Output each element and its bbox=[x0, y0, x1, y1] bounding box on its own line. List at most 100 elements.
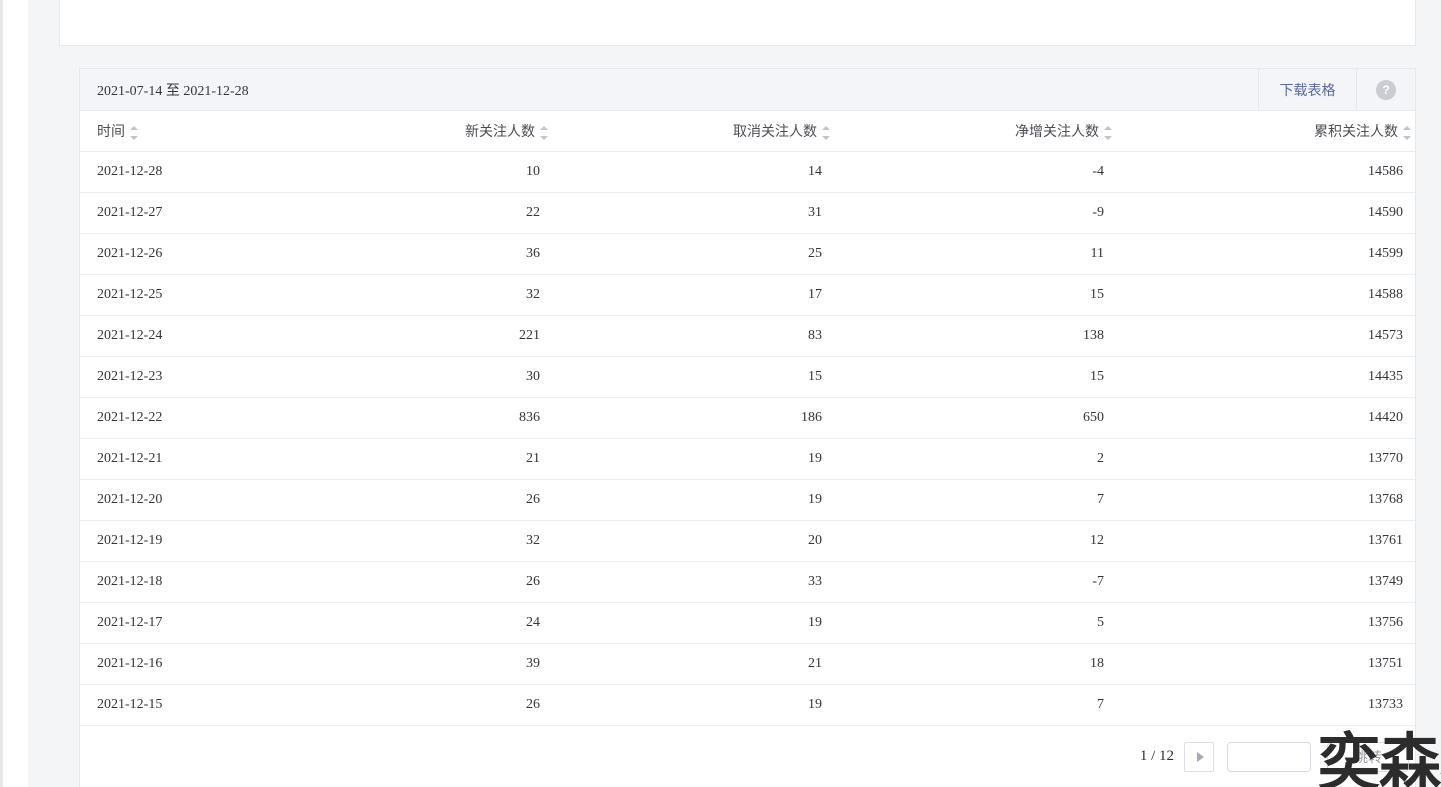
table-row: 2021-12-17 24 19 5 13756 bbox=[80, 602, 1415, 644]
column-label: 净增关注人数 bbox=[1015, 124, 1099, 140]
table-row: 2021-12-23 30 15 15 14435 bbox=[80, 356, 1415, 398]
table-row: 2021-12-27 22 31 -9 14590 bbox=[80, 192, 1415, 234]
cell-value: 19 bbox=[552, 479, 834, 521]
cell-value: 20 bbox=[552, 520, 834, 562]
cell-value: 13733 bbox=[1116, 684, 1415, 726]
followers-stats-card: 2021-07-14 至 2021-12-28 下载表格 ? 时间 新关注人数 … bbox=[79, 68, 1416, 787]
cell-date: 2021-12-25 bbox=[80, 274, 270, 316]
cell-value: 39 bbox=[270, 643, 552, 685]
cell-date: 2021-12-22 bbox=[80, 397, 270, 439]
cell-value: -7 bbox=[834, 561, 1116, 603]
column-label: 新关注人数 bbox=[465, 124, 535, 140]
card-header: 2021-07-14 至 2021-12-28 下载表格 ? bbox=[80, 69, 1415, 111]
table-body: 2021-12-28 10 14 -4 14586 2021-12-27 22 31 -9 145… bbox=[80, 151, 1415, 726]
cell-value: 7 bbox=[834, 479, 1116, 521]
cell-value: 31 bbox=[552, 192, 834, 234]
cell-value: -4 bbox=[834, 151, 1116, 193]
chevron-right-icon bbox=[1196, 751, 1204, 762]
table-row: 2021-12-24 221 83 138 14573 bbox=[80, 315, 1415, 357]
cell-value: 26 bbox=[270, 479, 552, 521]
cell-value: 13749 bbox=[1116, 561, 1415, 603]
cell-value: 17 bbox=[552, 274, 834, 316]
page-jump-input[interactable] bbox=[1227, 741, 1311, 772]
cell-date: 2021-12-24 bbox=[80, 315, 270, 357]
table-row: 2021-12-26 36 25 11 14599 bbox=[80, 233, 1415, 275]
cell-date: 2021-12-20 bbox=[80, 479, 270, 521]
sort-icon[interactable] bbox=[822, 125, 830, 140]
cell-value: 13761 bbox=[1116, 520, 1415, 562]
cell-value: 14590 bbox=[1116, 192, 1415, 234]
cell-value: 836 bbox=[270, 397, 552, 439]
cell-value: 21 bbox=[552, 643, 834, 685]
column-label: 累积关注人数 bbox=[1314, 124, 1398, 140]
help-icon[interactable]: ? bbox=[1376, 79, 1396, 100]
cell-value: 186 bbox=[552, 397, 834, 439]
jump-button[interactable]: 跳转 bbox=[1327, 741, 1409, 772]
cell-date: 2021-12-18 bbox=[80, 561, 270, 603]
date-range-label: 2021-07-14 至 2021-12-28 bbox=[97, 83, 249, 99]
cell-date: 2021-12-28 bbox=[80, 151, 270, 193]
sort-icon[interactable] bbox=[540, 125, 548, 140]
cell-date: 2021-12-21 bbox=[80, 438, 270, 480]
cell-value: 2 bbox=[834, 438, 1116, 480]
column-header-net-increase: 净增关注人数 bbox=[834, 111, 1116, 152]
cell-value: 30 bbox=[270, 356, 552, 398]
sort-icon[interactable] bbox=[130, 125, 138, 140]
next-page-button[interactable] bbox=[1184, 741, 1214, 772]
top-card bbox=[59, 0, 1416, 46]
followers-table: 时间 新关注人数 取消关注人数 净增关注人数 累积关注人数 2021-12-28… bbox=[80, 111, 1415, 726]
cell-value: 15 bbox=[552, 356, 834, 398]
table-row: 2021-12-20 26 19 7 13768 bbox=[80, 479, 1415, 521]
cell-value: 7 bbox=[834, 684, 1116, 726]
cell-value: 18 bbox=[834, 643, 1116, 685]
table-row: 2021-12-22 836 186 650 14420 bbox=[80, 397, 1415, 439]
cell-value: 19 bbox=[552, 438, 834, 480]
cell-value: 14599 bbox=[1116, 233, 1415, 275]
cell-value: 14586 bbox=[1116, 151, 1415, 193]
cell-value: 19 bbox=[552, 684, 834, 726]
cell-value: 221 bbox=[270, 315, 552, 357]
table-row: 2021-12-16 39 21 18 13751 bbox=[80, 643, 1415, 685]
cell-date: 2021-12-27 bbox=[80, 192, 270, 234]
cell-date: 2021-12-16 bbox=[80, 643, 270, 685]
cell-value: 32 bbox=[270, 520, 552, 562]
table-row: 2021-12-18 26 33 -7 13749 bbox=[80, 561, 1415, 603]
cell-value: 10 bbox=[270, 151, 552, 193]
cell-value: 5 bbox=[834, 602, 1116, 644]
cell-value: 22 bbox=[270, 192, 552, 234]
cell-date: 2021-12-23 bbox=[80, 356, 270, 398]
sort-icon[interactable] bbox=[1403, 125, 1411, 140]
cell-value: 650 bbox=[834, 397, 1116, 439]
table-footer: 1 / 12 跳转 bbox=[80, 726, 1415, 787]
left-panel-strip bbox=[3, 0, 28, 787]
column-header-unfollowers: 取消关注人数 bbox=[552, 111, 834, 152]
column-header-cumulative: 累积关注人数 bbox=[1116, 111, 1415, 152]
header-actions: 下载表格 ? bbox=[1258, 69, 1415, 110]
cell-value: 21 bbox=[270, 438, 552, 480]
cell-value: 25 bbox=[552, 233, 834, 275]
cell-date: 2021-12-17 bbox=[80, 602, 270, 644]
cell-date: 2021-12-19 bbox=[80, 520, 270, 562]
cell-value: 33 bbox=[552, 561, 834, 603]
cell-value: 36 bbox=[270, 233, 552, 275]
table-row: 2021-12-19 32 20 12 13761 bbox=[80, 520, 1415, 562]
cell-value: 13756 bbox=[1116, 602, 1415, 644]
column-label: 取消关注人数 bbox=[733, 124, 817, 140]
cell-value: -9 bbox=[834, 192, 1116, 234]
column-label: 时间 bbox=[97, 124, 125, 140]
cell-value: 14435 bbox=[1116, 356, 1415, 398]
table-row: 2021-12-15 26 19 7 13733 bbox=[80, 684, 1415, 726]
table-header-row: 时间 新关注人数 取消关注人数 净增关注人数 累积关注人数 bbox=[80, 111, 1415, 152]
download-table-link[interactable]: 下载表格 bbox=[1259, 69, 1356, 110]
cell-value: 15 bbox=[834, 356, 1116, 398]
page-indicator: 1 / 12 bbox=[1139, 748, 1174, 764]
cell-value: 12 bbox=[834, 520, 1116, 562]
cell-value: 14573 bbox=[1116, 315, 1415, 357]
cell-value: 19 bbox=[552, 602, 834, 644]
cell-value: 14420 bbox=[1116, 397, 1415, 439]
column-header-time: 时间 bbox=[80, 111, 270, 152]
cell-date: 2021-12-26 bbox=[80, 233, 270, 275]
cell-date: 2021-12-15 bbox=[80, 684, 270, 726]
sort-icon[interactable] bbox=[1104, 125, 1112, 140]
cell-value: 13770 bbox=[1116, 438, 1415, 480]
